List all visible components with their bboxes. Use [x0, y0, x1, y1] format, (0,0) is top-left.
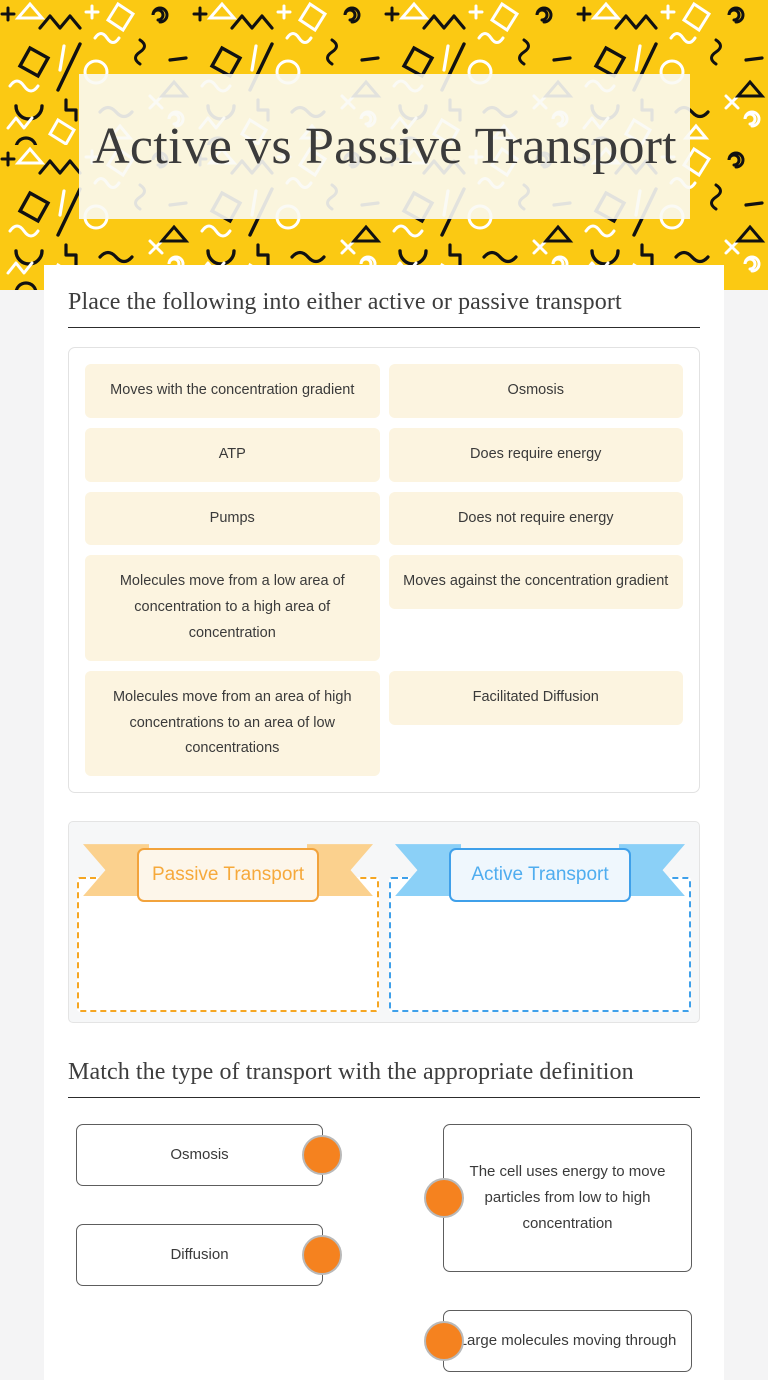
match-definition-card[interactable]: Large molecules moving through: [424, 1310, 692, 1373]
drag-item[interactable]: Pumps: [85, 491, 380, 546]
page-header: Active vs Passive Transport: [0, 0, 768, 290]
dropzone-passive-transport[interactable]: Passive Transport: [77, 832, 379, 1013]
drag-item[interactable]: Moves with the concentration gradient: [85, 364, 380, 418]
drag-item-pool: Moves with the concentration gradient Os…: [68, 347, 700, 794]
drag-item[interactable]: Does require energy: [388, 427, 683, 482]
dropzone-active-transport[interactable]: Active Transport: [389, 832, 691, 1013]
drag-item[interactable]: Moves against the concentration gradient: [388, 555, 683, 610]
match-connector-dot[interactable]: [302, 1135, 342, 1176]
match-connector-dot[interactable]: [424, 1321, 464, 1362]
worksheet-body: Place the following into either active o…: [44, 265, 724, 1380]
page-title: Active vs Passive Transport: [92, 117, 677, 175]
match-connector-dot[interactable]: [302, 1235, 342, 1276]
match-term-label: Diffusion: [170, 1246, 229, 1264]
match-definition-label: The cell uses energy to move particles f…: [469, 1163, 666, 1233]
drag-item[interactable]: Does not require energy: [388, 491, 683, 546]
title-card: Active vs Passive Transport: [79, 74, 690, 219]
match-term-label: Osmosis: [170, 1146, 229, 1164]
drag-item[interactable]: Molecules move from a low area of concen…: [85, 555, 380, 661]
match-connector-dot[interactable]: [424, 1178, 464, 1219]
passive-transport-ribbon: Passive Transport: [77, 832, 379, 918]
dropzone-container: Passive Transport Active Transport: [68, 821, 700, 1024]
active-transport-ribbon: Active Transport: [389, 832, 691, 918]
sort-section-heading: Place the following into either active o…: [68, 289, 622, 315]
match-term-card[interactable]: Osmosis: [76, 1124, 342, 1187]
dropzone-label: Passive Transport: [137, 848, 319, 903]
drag-item[interactable]: Facilitated Diffusion: [388, 670, 683, 725]
sort-section-divider: [68, 327, 700, 328]
match-definition-card[interactable]: The cell uses energy to move particles f…: [424, 1124, 692, 1273]
drag-item[interactable]: Molecules move from an area of high conc…: [85, 670, 380, 777]
match-section-divider: [68, 1097, 700, 1099]
match-definition-label: Large molecules moving through: [458, 1332, 677, 1350]
matching-definitions-column: The cell uses energy to move particles f…: [417, 1124, 700, 1373]
dropzone-label: Active Transport: [449, 848, 631, 903]
match-term-card[interactable]: Diffusion: [76, 1224, 342, 1287]
matching-terms-column: Osmosis Diffusion: [68, 1124, 351, 1372]
drag-item[interactable]: Osmosis: [388, 364, 683, 418]
drag-item[interactable]: ATP: [85, 427, 380, 482]
match-section-heading: Match the type of transport with the app…: [68, 1059, 634, 1086]
matching-grid: Osmosis Diffusion The cell uses energy t…: [68, 1124, 700, 1373]
